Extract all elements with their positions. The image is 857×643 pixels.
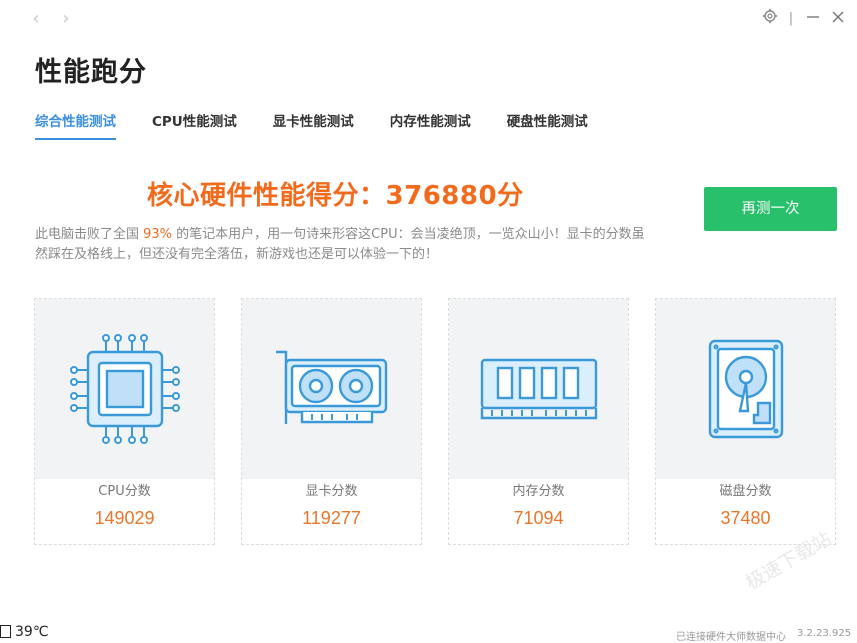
total-score-headline: 核心硬件性能得分：376880分: [147, 175, 524, 212]
graphics-card-icon: [275, 350, 387, 424]
score-suffix: 分: [497, 181, 524, 211]
cpu-score-card: CPU分数 149029: [34, 298, 215, 545]
disk-score-value: 37480: [720, 508, 771, 528]
cpu-score-value: 149029: [94, 508, 155, 528]
gpu-score-card: 显卡分数 119277: [241, 298, 422, 545]
memory-icon-area: [449, 299, 628, 479]
back-icon[interactable]: ‹: [26, 8, 46, 30]
retest-button[interactable]: 再测一次: [704, 187, 837, 231]
cpu-chip-icon: [69, 334, 180, 444]
temperature-indicator: 39℃: [0, 624, 49, 640]
score-summary: 此电脑击败了全国 93% 的笔记本用户，用一句诗来形容这CPU：会当凌绝顶，一览…: [35, 225, 655, 265]
tab-overall[interactable]: 综合性能测试: [35, 110, 116, 140]
summary-text-1: 此电脑击败了全国: [35, 227, 144, 242]
cpu-score-label: CPU分数: [98, 484, 151, 499]
memory-score-value: 71094: [513, 508, 564, 528]
close-icon[interactable]: [828, 8, 848, 30]
gpu-score-value: 119277: [302, 508, 361, 528]
memory-module-icon: [480, 358, 597, 420]
hard-disk-icon: [708, 339, 783, 439]
connection-status: 已连接硬件大师数据中心: [676, 632, 786, 643]
memory-score-label: 内存分数: [512, 484, 565, 499]
minimize-icon[interactable]: [803, 8, 823, 30]
tab-cpu[interactable]: CPU性能测试: [152, 110, 237, 134]
disk-icon-area: [656, 299, 835, 479]
tab-disk[interactable]: 硬盘性能测试: [507, 110, 588, 134]
gpu-score-label: 显卡分数: [305, 484, 358, 499]
beat-percentage: 93%: [143, 227, 173, 242]
settings-icon[interactable]: [760, 8, 780, 30]
disk-score-label: 磁盘分数: [719, 484, 772, 499]
gpu-icon-area: [242, 299, 421, 479]
title-bar: ‹ › |: [0, 0, 857, 40]
tab-memory[interactable]: 内存性能测试: [390, 110, 471, 134]
temperature-value: 39℃: [15, 624, 49, 640]
title-bar-separator: |: [788, 11, 794, 26]
score-prefix: 核心硬件性能得分：: [147, 181, 386, 211]
cpu-icon-area: [35, 299, 214, 479]
page-title: 性能跑分: [35, 57, 147, 88]
tab-gpu[interactable]: 显卡性能测试: [273, 110, 354, 134]
memory-score-card: 内存分数 71094: [448, 298, 629, 545]
tab-bar: 综合性能测试 CPU性能测试 显卡性能测试 内存性能测试 硬盘性能测试: [35, 110, 624, 140]
version-label: 3.2.23.925: [797, 628, 852, 639]
disk-score-card: 磁盘分数 37480: [655, 298, 836, 545]
forward-icon[interactable]: ›: [56, 8, 76, 30]
total-score: 376880: [385, 181, 498, 211]
thermometer-icon: [0, 625, 11, 638]
